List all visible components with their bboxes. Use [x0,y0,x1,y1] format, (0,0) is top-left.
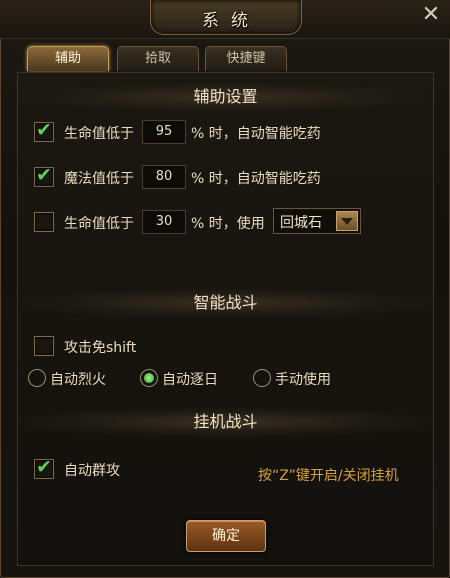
tab-assist[interactable]: 辅助 [27,46,109,71]
section-header-smart-combat: 智能战斗 [17,288,434,318]
hp-potion-threshold-input[interactable]: 95 [142,120,186,144]
group-attack-label: 自动群攻 [64,463,120,479]
radio-manual-label: 手动使用 [275,372,331,388]
check-icon: ✔ [36,119,52,141]
section-header-idle-combat: 挂机战斗 [17,407,434,437]
check-icon: ✔ [36,456,52,478]
radio-auto-fire-label: 自动烈火 [50,372,106,388]
tab-hotkeys[interactable]: 快捷键 [205,46,287,71]
hp-potion-suffix: % 时，自动智能吃药 [191,126,321,142]
check-icon: ✔ [36,164,52,186]
radio-selected-dot [144,373,154,383]
hp-return-prefix: 生命值低于 [64,216,134,232]
content-panel [17,72,434,566]
return-item-select[interactable]: 回城石 [273,208,361,234]
window-title: 系统 [202,11,260,31]
hp-return-threshold-input[interactable]: 30 [142,210,186,234]
attack-shift-checkbox[interactable] [34,336,54,356]
radio-auto-fire[interactable] [28,369,46,387]
tab-pickup[interactable]: 拾取 [117,46,199,71]
hp-potion-checkbox[interactable]: ✔ [34,119,54,142]
return-item-value: 回城石 [280,215,322,231]
hp-return-checkbox[interactable] [34,212,54,232]
radio-auto-sun-label: 自动逐日 [162,372,218,388]
mp-potion-checkbox[interactable]: ✔ [34,164,54,187]
radio-auto-sun[interactable] [140,369,158,387]
hp-return-suffix: % 时，使用 [191,216,265,232]
group-attack-checkbox[interactable]: ✔ [34,456,54,479]
chevron-down-icon[interactable] [336,211,358,231]
hp-potion-prefix: 生命值低于 [64,126,134,142]
section-header-assist: 辅助设置 [17,82,434,112]
close-icon[interactable]: ✕ [420,4,442,27]
mp-potion-suffix: % 时，自动智能吃药 [191,171,321,187]
mp-potion-threshold-input[interactable]: 80 [142,165,186,189]
confirm-button[interactable]: 确定 [186,520,266,552]
idle-hotkey-hint: 按“Z”键开启/关闭挂机 [258,468,399,484]
attack-shift-label: 攻击免shift [64,340,137,356]
mp-potion-prefix: 魔法值低于 [64,171,134,187]
radio-manual[interactable] [253,369,271,387]
